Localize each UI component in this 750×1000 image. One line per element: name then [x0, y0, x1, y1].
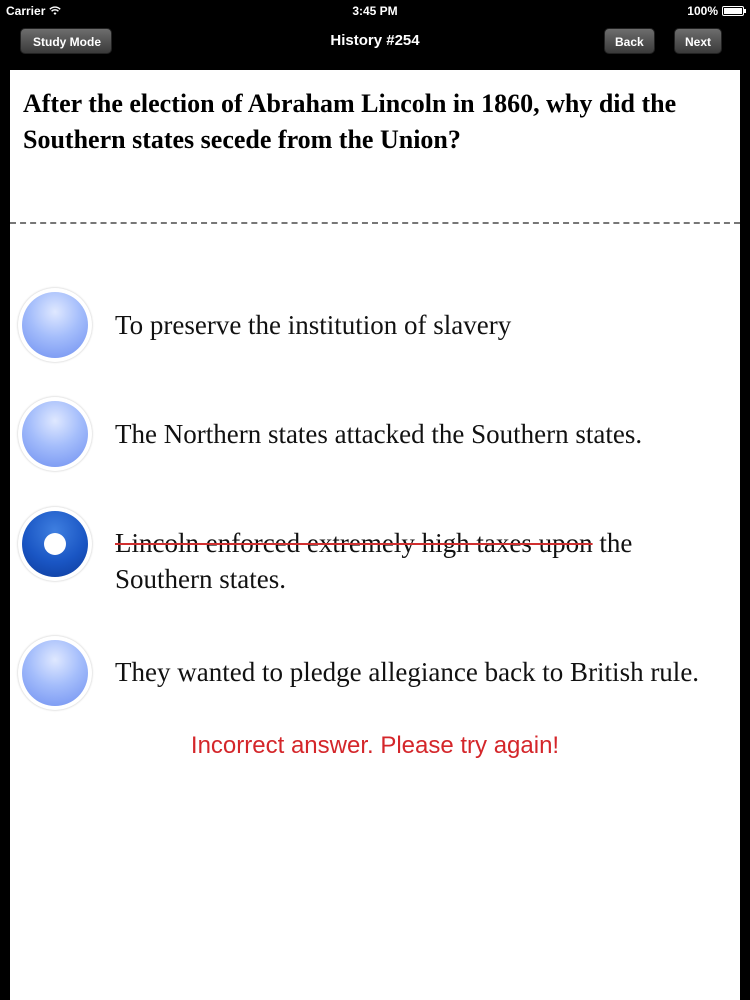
radio-button[interactable] — [18, 288, 92, 362]
back-label: Back — [615, 35, 644, 49]
divider — [10, 222, 740, 224]
radio-button-selected[interactable] — [18, 507, 92, 581]
answer-text-line2: Southern states. — [115, 564, 286, 594]
next-button[interactable]: Next — [674, 28, 723, 54]
answer-option-label: They wanted to pledge allegiance back to… — [115, 657, 700, 687]
battery-percent: 100% — [687, 4, 718, 18]
battery-icon — [722, 6, 746, 16]
radio-circle-icon — [22, 640, 88, 706]
radio-circle-icon — [22, 401, 88, 467]
study-mode-label: Study Mode — [33, 35, 101, 49]
radio-button[interactable] — [18, 397, 92, 471]
nav-bar: Study Mode History #254 Back Next — [0, 22, 750, 62]
radio-dot-icon — [44, 533, 66, 555]
answer-option-label: Lincoln enforced extremely high taxes up… — [115, 525, 735, 597]
radio-selected-icon — [22, 511, 88, 577]
struck-answer-text: Lincoln enforced extremely high taxes up… — [115, 528, 593, 558]
back-button[interactable]: Back — [604, 28, 655, 54]
radio-button[interactable] — [18, 636, 92, 710]
status-time: 3:45 PM — [352, 4, 398, 18]
status-battery: 100% — [687, 4, 746, 18]
answer-option-label: The Northern states attacked the Souther… — [115, 419, 643, 449]
question-text: After the election of Abraham Lincoln in… — [23, 89, 677, 154]
answer-option-label: To preserve the institution of slavery — [115, 310, 512, 340]
next-label: Next — [685, 35, 712, 49]
answer-text-rest: the — [592, 528, 633, 558]
status-bar: Carrier 3:45 PM 100% — [0, 0, 750, 22]
quiz-content: After the election of Abraham Lincoln in… — [10, 70, 740, 1000]
feedback-message: Incorrect answer. Please try again! — [190, 732, 560, 759]
radio-circle-icon — [22, 292, 88, 358]
